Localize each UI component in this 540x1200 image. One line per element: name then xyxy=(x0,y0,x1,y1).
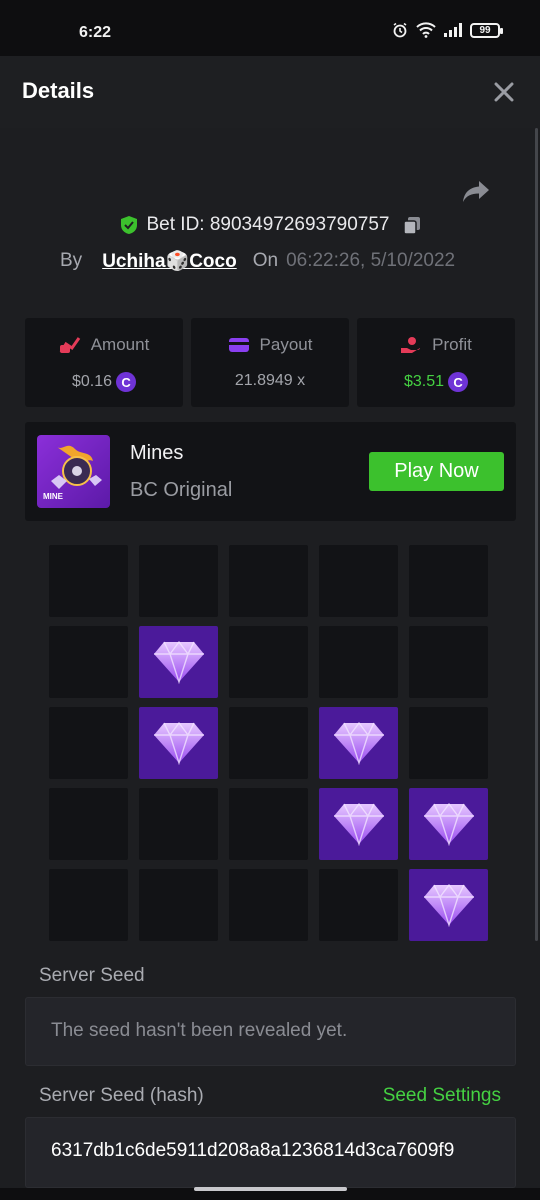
revealed-gem-tile xyxy=(319,707,398,779)
gem-icon xyxy=(333,721,384,765)
page-title: Details xyxy=(22,78,95,103)
scrollbar[interactable] xyxy=(535,128,538,941)
hidden-tile xyxy=(49,788,128,860)
game-card: MINE Mines BC Original Play Now xyxy=(25,422,516,521)
status-time: 6:22 xyxy=(79,24,112,41)
hidden-tile xyxy=(229,869,308,941)
profit-label: Profit xyxy=(432,335,472,354)
close-icon[interactable] xyxy=(490,78,518,106)
gem-icon xyxy=(333,802,384,846)
verified-shield-icon xyxy=(120,216,137,234)
status-bar: 6:22 99 xyxy=(0,0,540,56)
revealed-gem-tile xyxy=(409,869,488,941)
username-link[interactable]: Uchiha🎲Coco xyxy=(102,249,237,273)
home-indicator[interactable] xyxy=(194,1187,347,1191)
payout-value: 21.8949 x xyxy=(234,372,306,389)
hidden-tile xyxy=(139,545,218,617)
revealed-gem-tile xyxy=(319,788,398,860)
play-now-button[interactable]: Play Now xyxy=(369,452,504,491)
hidden-tile xyxy=(319,545,398,617)
amount-card: Amount $0.16 C xyxy=(25,318,183,407)
server-seed-label: Server Seed xyxy=(39,965,145,986)
server-seed-hash-box[interactable]: 6317db1c6de5911d208a8a1236814d3ca7609f9 xyxy=(25,1117,516,1188)
hidden-tile xyxy=(49,626,128,698)
server-seed-box: The seed hasn't been revealed yet. xyxy=(25,997,516,1066)
server-seed-hash-label: Server Seed (hash) xyxy=(39,1085,204,1106)
status-icons: 99 xyxy=(392,22,503,38)
revealed-gem-tile xyxy=(139,626,218,698)
bet-id: Bet ID: 89034972693790757 xyxy=(146,214,390,235)
hidden-tile xyxy=(49,545,128,617)
hidden-tile xyxy=(319,869,398,941)
payout-label: Payout xyxy=(259,335,313,354)
game-name: Mines xyxy=(130,442,184,464)
amount-icon xyxy=(59,337,80,353)
share-icon[interactable] xyxy=(461,178,491,206)
hidden-tile xyxy=(409,626,488,698)
coin-icon: C xyxy=(116,372,137,392)
by-label: By xyxy=(60,250,83,271)
mines-grid xyxy=(49,545,488,941)
bet-datetime: 06:22:26, 5/10/2022 xyxy=(286,250,456,271)
copy-icon[interactable] xyxy=(402,215,422,235)
revealed-gem-tile xyxy=(139,707,218,779)
hidden-tile xyxy=(49,869,128,941)
hidden-tile xyxy=(409,545,488,617)
coin-icon: C xyxy=(448,372,469,392)
payout-card-icon xyxy=(228,338,249,352)
payout-card: Payout 21.8949 x xyxy=(191,318,349,407)
hidden-tile xyxy=(229,788,308,860)
revealed-gem-tile xyxy=(409,788,488,860)
amount-label: Amount xyxy=(90,335,150,354)
profit-value: $3.51 xyxy=(403,373,445,390)
hidden-tile xyxy=(319,626,398,698)
hidden-tile xyxy=(409,707,488,779)
profit-hand-coin-icon xyxy=(401,337,421,353)
seed-settings-link[interactable]: Seed Settings xyxy=(383,1085,501,1107)
gem-icon xyxy=(423,883,474,927)
profit-card: Profit $3.51 C xyxy=(357,318,515,407)
on-label: On xyxy=(252,250,279,271)
bet-author-row: By Uchiha🎲Coco On 06:22:26, 5/10/2022 xyxy=(60,249,455,273)
thumbnail-tag: MINE xyxy=(43,492,63,501)
bet-id-row: Bet ID: 89034972693790757 xyxy=(0,214,540,236)
gem-icon xyxy=(423,802,474,846)
battery-icon: 99 xyxy=(470,22,503,38)
server-seed-value: The seed hasn't been revealed yet. xyxy=(51,1020,348,1041)
hidden-tile xyxy=(229,626,308,698)
details-header: Details xyxy=(0,56,540,128)
gem-icon xyxy=(153,721,204,765)
mines-game-thumbnail[interactable]: MINE xyxy=(37,435,110,508)
game-provider: BC Original xyxy=(130,479,233,501)
gem-icon xyxy=(153,640,204,684)
hidden-tile xyxy=(229,707,308,779)
hidden-tile xyxy=(229,545,308,617)
alarm-icon xyxy=(393,22,407,38)
hidden-tile xyxy=(139,869,218,941)
hidden-tile xyxy=(139,788,218,860)
server-seed-hash-value: 6317db1c6de5911d208a8a1236814d3ca7609f9 xyxy=(51,1140,455,1161)
wifi-icon xyxy=(416,22,436,38)
signal-icon xyxy=(444,23,462,37)
amount-value: $0.16 xyxy=(71,373,113,390)
hidden-tile xyxy=(49,707,128,779)
